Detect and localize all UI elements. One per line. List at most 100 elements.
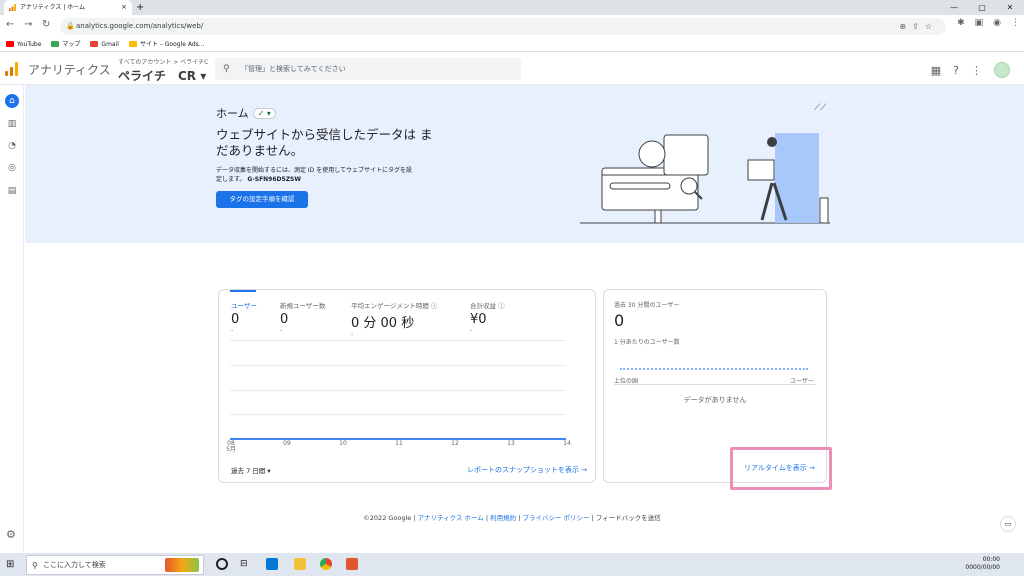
no-data-message: データがありません	[683, 396, 747, 404]
task-view-icon[interactable]: ⊟	[240, 558, 252, 570]
url-text: analytics.google.com/analytics/web/	[76, 22, 204, 30]
extensions-icon[interactable]: ✱	[957, 18, 965, 28]
analytics-favicon-icon	[9, 4, 16, 11]
footer-terms-link[interactable]: 利用規約	[490, 514, 516, 522]
star-icon[interactable]: ☆	[925, 22, 938, 31]
media-player-icon[interactable]	[346, 558, 358, 570]
chrome-icon[interactable]	[320, 558, 332, 570]
chart-gridline	[230, 340, 566, 341]
taskbar-clock: 00:00 0000/00/00	[965, 556, 1000, 571]
profile-icon[interactable]: ◉	[993, 18, 1001, 28]
bookmark-maps[interactable]: マップ	[51, 37, 80, 51]
bookmark-youtube[interactable]: YouTube	[6, 37, 41, 51]
home-nav-icon[interactable]: ⌂	[5, 94, 19, 108]
extension-area: ✱ ▣ ◉ ⋮	[957, 18, 1020, 28]
maps-icon	[51, 41, 60, 47]
header-actions: ▦ ? ⋮	[931, 62, 1010, 78]
status-check-icon[interactable]: ✓ ▾	[252, 107, 276, 119]
metric-engagement-time[interactable]: 平均エンゲージメント時間 ⓘ 0 分 00 秒 -	[351, 300, 437, 338]
tab-title: アナリティクス | ホーム	[20, 4, 85, 11]
hero-illustration	[580, 133, 830, 224]
tab-close-icon[interactable]: ×	[121, 0, 127, 15]
search-input[interactable]: ⚲ 「管理」と検索してみてください	[215, 58, 521, 80]
search-icon: ⚲	[223, 64, 230, 74]
sidepanel-icon[interactable]: ▣	[975, 18, 984, 28]
more-vert-icon[interactable]: ⋮	[971, 64, 982, 77]
chart-gridline	[230, 414, 566, 415]
footer-home-link[interactable]: アナリティクス ホーム	[418, 514, 484, 522]
hero-description: データ収集を開始するには、測定 ID を使用してウェブサイトにタグを設定します。…	[216, 167, 413, 183]
explore-nav-icon[interactable]: ◔	[5, 139, 19, 153]
address-bar-actions: ⊕⇪☆	[899, 18, 938, 35]
browser-tab-bar	[0, 0, 1024, 15]
hero-title: ウェブサイトから受信したデータは まだありません。	[216, 127, 433, 158]
page-title: ホーム ✓ ▾	[216, 105, 276, 121]
advertising-nav-icon[interactable]: ◎	[5, 161, 19, 175]
back-icon[interactable]: ←	[6, 19, 14, 30]
windows-start-icon[interactable]: ⊞	[6, 559, 14, 570]
account-breadcrumb: すべてのアカウント > ペライチC	[118, 59, 209, 66]
chart-gridline	[230, 365, 566, 366]
chart-x-tick: 13	[507, 440, 515, 447]
bookmark-gmail[interactable]: Gmail	[90, 37, 119, 51]
insights-icon[interactable]: ⟋⟋	[814, 103, 827, 113]
cortana-icon[interactable]	[216, 558, 228, 570]
share-icon[interactable]: ⇪	[912, 22, 925, 31]
chart-x-tick: 12	[451, 440, 459, 447]
analytics-logo-icon	[5, 62, 18, 76]
tag-setup-button[interactable]: タグの設定手順を確認	[216, 191, 308, 208]
minimize-icon[interactable]: —	[940, 0, 968, 15]
taskbar-search-input[interactable]: ⚲ ここに入力して検索	[26, 555, 204, 575]
file-explorer-icon[interactable]	[294, 558, 306, 570]
realtime-value: 0	[614, 311, 625, 330]
window-controls: — ▢ ✕	[940, 0, 1024, 15]
date-range-selector[interactable]: 過去 7 日間 ▾	[231, 465, 271, 475]
realtime-minute-bars	[620, 368, 808, 370]
new-tab-button[interactable]: +	[136, 0, 144, 15]
reload-icon[interactable]: ↻	[42, 19, 50, 30]
footer-privacy-link[interactable]: プライバシー ポリシー	[523, 514, 590, 522]
chart-x-tick: 10	[339, 440, 347, 447]
metric-new-users[interactable]: 新規ユーザー数 0 -	[280, 300, 325, 334]
app-name: アナリティクス	[28, 63, 111, 77]
feedback-icon[interactable]: ▭	[1000, 516, 1016, 532]
left-nav-rail	[0, 85, 24, 553]
bookmark-ads[interactable]: サイト – Google Ads...	[128, 37, 204, 51]
gmail-icon	[90, 41, 99, 47]
help-icon[interactable]: ?	[953, 64, 959, 77]
address-bar[interactable]: 🔒 analytics.google.com/analytics/web/ ⊕⇪…	[60, 18, 946, 35]
reports-nav-icon[interactable]: ▥	[5, 117, 19, 131]
close-window-icon[interactable]: ✕	[996, 0, 1024, 15]
metric-revenue[interactable]: 合計収益 ⓘ ¥0 -	[470, 300, 505, 334]
maximize-icon[interactable]: ▢	[968, 0, 996, 15]
ads-icon	[128, 41, 137, 47]
realtime-per-minute-label: 1 分あたりのユーザー数	[614, 339, 680, 346]
apps-grid-icon[interactable]: ▦	[931, 64, 941, 77]
forward-icon[interactable]: →	[24, 19, 32, 30]
property-name: ペライチ CR ▾	[118, 69, 207, 83]
chart-x-tick: 08 5月	[226, 440, 236, 453]
metric-users[interactable]: ユーザー 0 -	[231, 300, 257, 334]
search-icon: ⚲	[32, 561, 38, 570]
settings-gear-icon[interactable]: ⚙	[6, 528, 16, 541]
outlook-icon[interactable]	[266, 558, 278, 570]
bookmarks-bar: YouTube マップ Gmail サイト – Google Ads...	[0, 37, 1024, 52]
chart-gridline	[230, 390, 566, 391]
zoom-icon[interactable]: ⊕	[899, 22, 912, 31]
chart-x-tick: 11	[395, 440, 403, 447]
footer-feedback-link[interactable]: フィードバックを送信	[596, 514, 661, 522]
selected-metric-indicator	[230, 290, 256, 292]
divider	[614, 384, 816, 385]
search-highlight-image	[165, 558, 199, 572]
youtube-icon	[6, 41, 14, 47]
account-picker[interactable]: すべてのアカウント > ペライチC ペライチ CR ▾	[118, 57, 208, 84]
chart-x-tick: 09	[283, 440, 291, 447]
library-nav-icon[interactable]: ▤	[5, 184, 19, 198]
snapshot-link[interactable]: レポートのスナップショットを表示 →	[467, 465, 587, 475]
realtime-link[interactable]: リアルタイムを表示 →	[744, 463, 815, 473]
lock-icon: 🔒	[66, 22, 75, 30]
menu-icon[interactable]: ⋮	[1011, 18, 1020, 28]
realtime-label: 過去 30 分間のユーザー	[614, 302, 680, 309]
browser-tab[interactable]: アナリティクス | ホーム ×	[4, 0, 132, 15]
avatar[interactable]	[994, 62, 1010, 78]
